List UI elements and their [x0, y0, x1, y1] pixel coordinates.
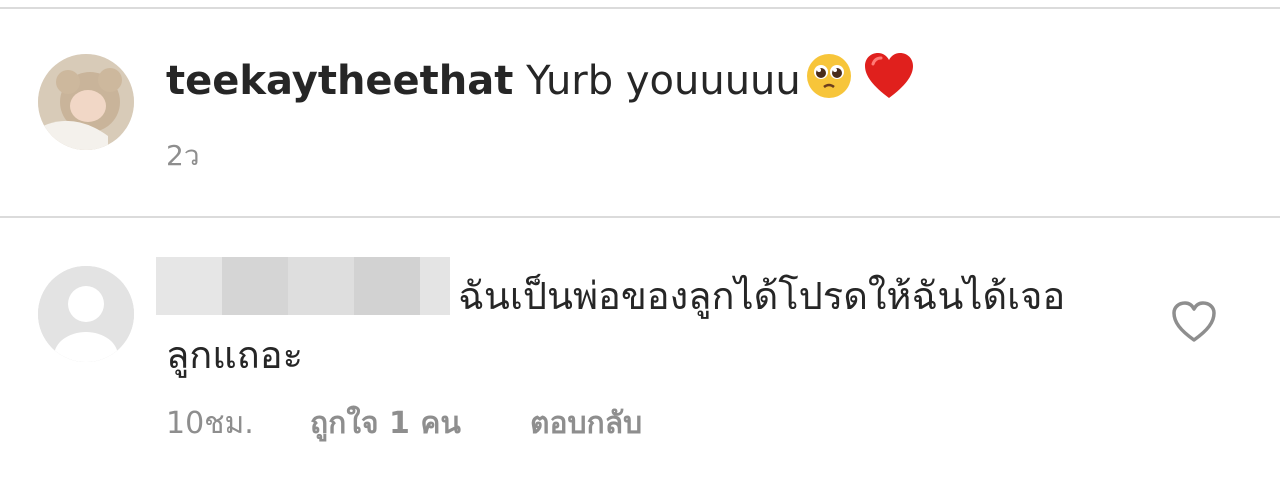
- red-heart-emoji-icon: [863, 52, 915, 114]
- comment-body-line1: ฉันเป็นพ่อของลูกได้โปรดให้ฉันได้เจอ: [458, 274, 1066, 318]
- comment-text: teekaytheethat Yurb youuuuu: [166, 52, 915, 114]
- likes-count-link[interactable]: ถูกใจ 1 คน: [310, 400, 461, 447]
- reply-button[interactable]: ตอบกลับ: [530, 400, 642, 447]
- baby-photo-avatar: [38, 54, 134, 150]
- pleading-face-emoji-icon: [805, 52, 853, 114]
- comment-time: 10ชม.: [166, 406, 254, 441]
- avatar[interactable]: [38, 266, 134, 362]
- comment-username[interactable]: teekaytheethat: [166, 58, 513, 104]
- avatar[interactable]: [38, 54, 134, 150]
- top-divider: [0, 7, 1280, 9]
- comment-body: Yurb youuuuu: [526, 58, 801, 104]
- comment-body-line2: ลูกแถอะ: [166, 333, 304, 377]
- default-user-avatar-icon: [38, 266, 134, 362]
- like-heart-icon[interactable]: [1170, 300, 1218, 344]
- comment-divider: [0, 216, 1280, 218]
- redacted-username: [156, 257, 450, 315]
- comment-time: 2ว: [166, 139, 200, 172]
